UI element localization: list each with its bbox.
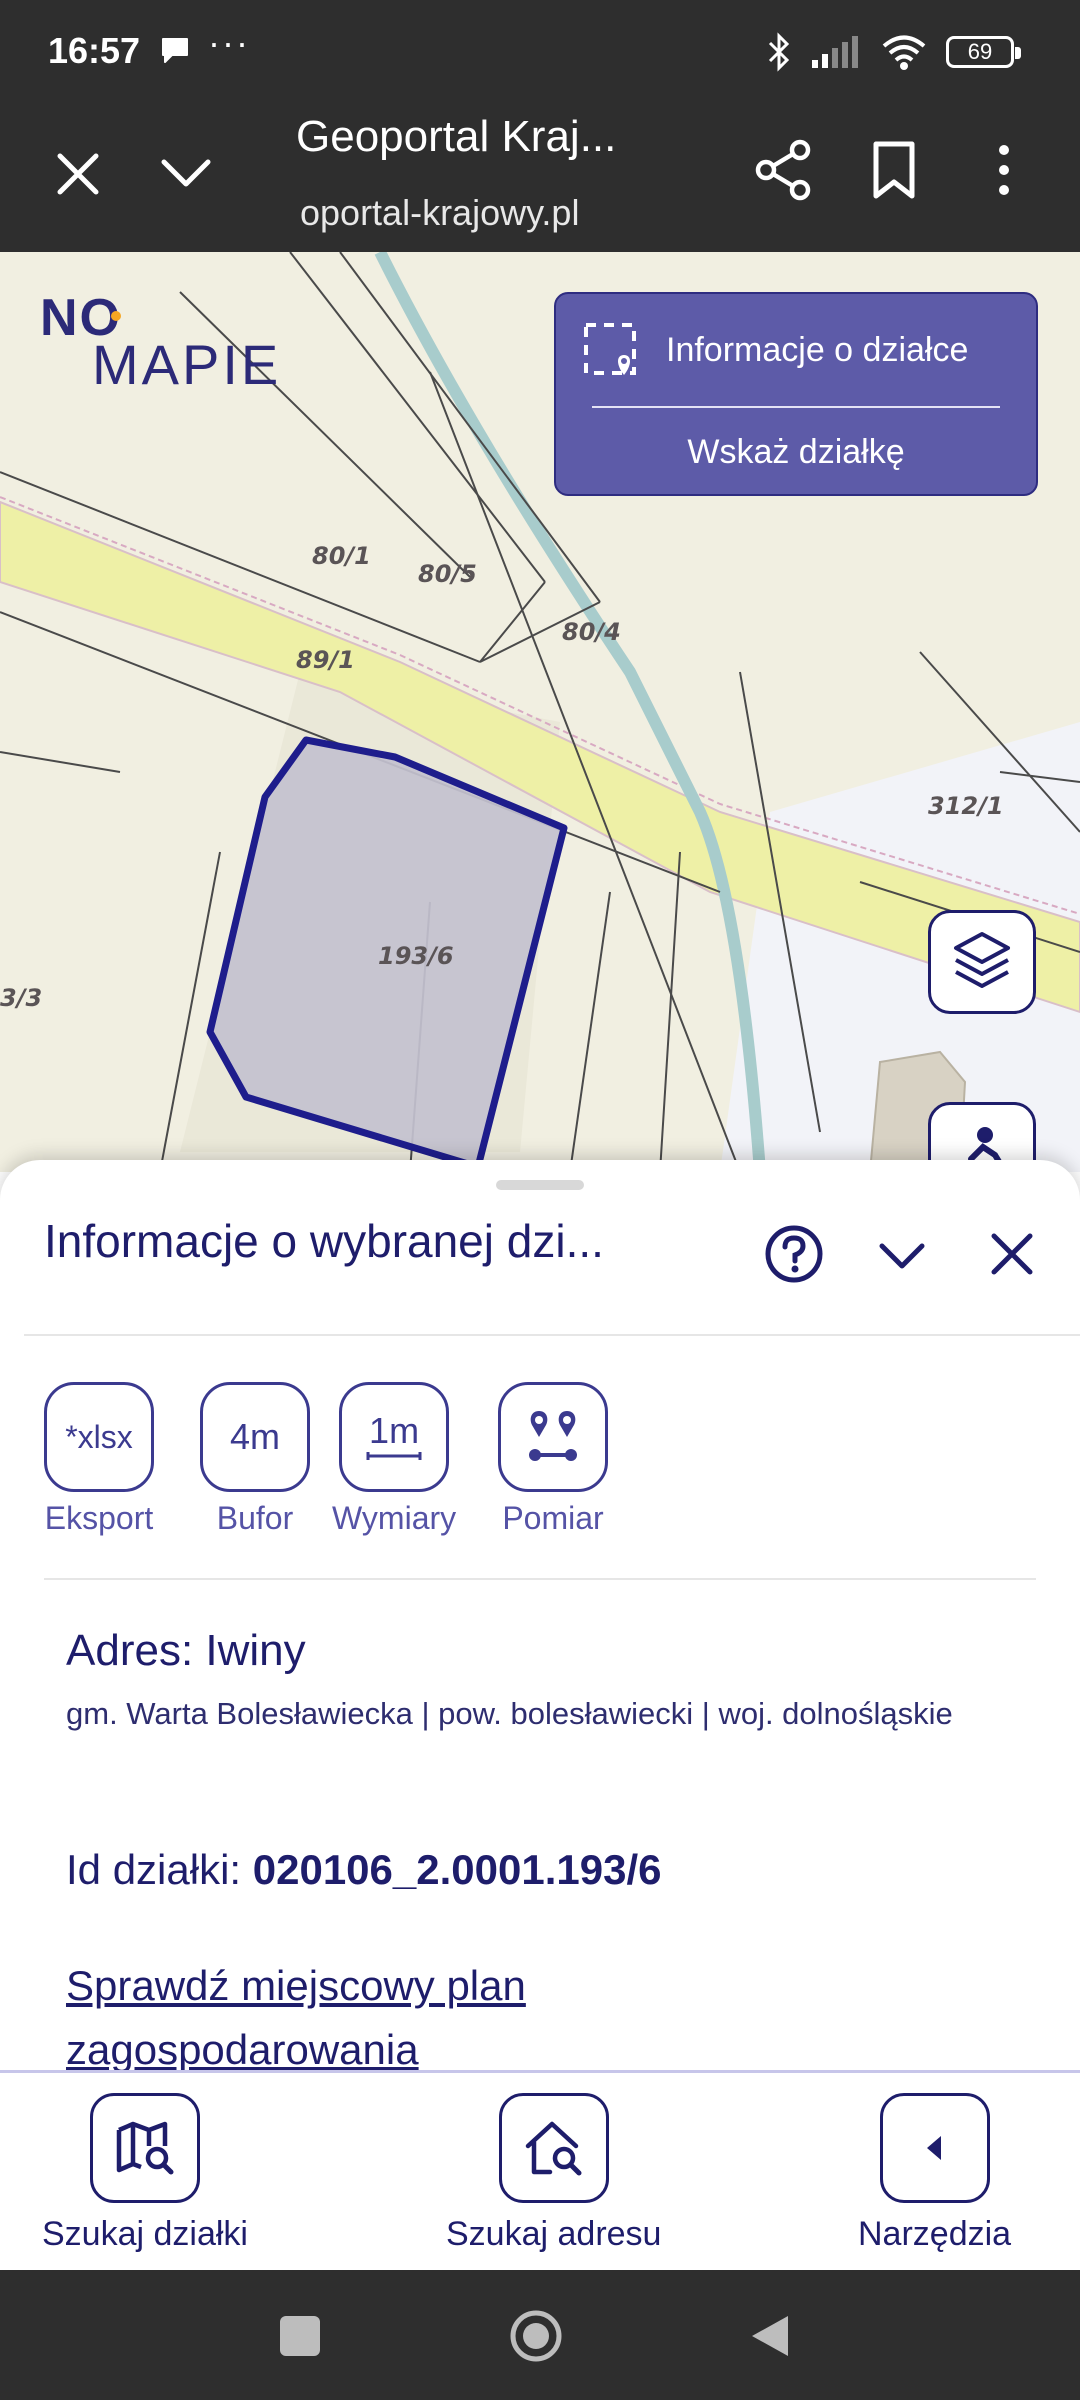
sheet-drag-handle[interactable] [496, 1180, 584, 1190]
nav-label: Szukaj działki [42, 2215, 248, 2253]
system-navigation [0, 2270, 1080, 2400]
dimensions-tool[interactable]: 1m Wymiary [332, 1382, 456, 1537]
nav-search-address[interactable]: Szukaj adresu [446, 2093, 661, 2254]
address-heading: Adres: Iwiny [66, 1626, 306, 1675]
layers-button[interactable] [928, 910, 1036, 1014]
tools-button[interactable] [879, 2093, 990, 2203]
parcel-label: 80/4 [562, 618, 621, 646]
nav-label: Szukaj adresu [446, 2215, 662, 2253]
dimensions-icon[interactable]: 1m [339, 1382, 450, 1492]
more-vert-icon[interactable] [974, 138, 1034, 202]
status-more-dots: ··· [208, 22, 250, 63]
select-area-pin-icon [584, 323, 636, 375]
caret-left-icon [926, 2136, 941, 2160]
search-parcel-button[interactable] [89, 2093, 200, 2203]
parcel-id: Id działki: 020106_2.0001.193/6 [66, 1846, 662, 1894]
bookmark-icon[interactable] [862, 138, 926, 202]
dimensions-icon-text: 1m [369, 1410, 420, 1451]
measure-pins-icon[interactable] [498, 1382, 608, 1492]
sheet-title: Informacje o wybranej dzi... [44, 1215, 604, 1267]
battery-icon: 69 [946, 36, 1021, 68]
parcel-label: 89/1 [296, 646, 355, 674]
location-dot-icon [111, 311, 121, 321]
close-icon[interactable] [982, 1224, 1042, 1284]
nav-tools[interactable]: Narzędzia [858, 2093, 1011, 2254]
parcel-label: 80/1 [312, 542, 371, 570]
logo-text-mapie: MAPIE [92, 333, 282, 396]
parcel-details-sheet: Informacje o wybranej dzi... *xlsx Ekspo… [0, 1160, 1080, 2070]
page-url[interactable]: oportal-krajowy.pl [300, 192, 579, 234]
chevron-down-icon[interactable] [156, 144, 216, 204]
route-pins-icon [529, 1411, 577, 1461]
map-search-icon [116, 2121, 174, 2175]
chevron-down-icon[interactable] [872, 1226, 932, 1286]
measure-label: Pomiar [502, 1500, 604, 1536]
status-icons: 69 [766, 32, 1021, 72]
export-xlsx-icon[interactable]: *xlsx [44, 1382, 154, 1492]
buffer-label: Bufor [216, 1500, 294, 1536]
export-icon-text: *xlsx [65, 1418, 133, 1455]
select-parcel-button[interactable]: Wskaż działkę [556, 408, 1036, 496]
parcel-id-label: Id działki: [66, 1846, 253, 1893]
sheet-divider [24, 1334, 1080, 1336]
parcel-info-panel: Informacje o działce Wskaż działkę [554, 292, 1038, 496]
dimensions-label: Wymiary [332, 1500, 457, 1536]
share-icon[interactable] [752, 138, 816, 202]
bottom-navigation: Szukaj działki Szukaj adresu Narzędzia [0, 2070, 1080, 2270]
help-icon[interactable] [762, 1222, 826, 1286]
parcel-id-value: 020106_2.0001.193/6 [252, 1846, 662, 1893]
home-search-icon [525, 2121, 582, 2176]
parcel-info-button[interactable]: Informacje o działce [556, 294, 1036, 406]
ruler-line-icon [366, 1452, 422, 1460]
parcel-label: 3/3 [0, 984, 43, 1012]
buffer-icon-text: 4m [229, 1416, 280, 1457]
buffer-tool[interactable]: 4m Bufor [200, 1382, 310, 1537]
parcel-info-label: Informacje o działce [666, 330, 969, 369]
sheet-divider [44, 1578, 1036, 1580]
close-icon[interactable] [48, 144, 108, 204]
buffer-icon[interactable]: 4m [200, 1382, 310, 1492]
status-bar: 16:57 ··· 69 [0, 0, 1080, 108]
export-label: Eksport [44, 1500, 154, 1536]
message-icon [162, 38, 188, 63]
parcel-label: 312/1 [928, 792, 1004, 820]
zoning-plan-link[interactable]: Sprawdź miejscowy plan zagospodarowania [66, 1954, 766, 2070]
status-time: 16:57 [48, 30, 141, 71]
parcel-label-selected: 193/6 [378, 942, 454, 970]
layers-icon [954, 932, 1010, 988]
nav-search-parcel[interactable]: Szukaj działki [42, 2093, 248, 2254]
bluetooth-icon [768, 32, 790, 72]
browser-toolbar: Geoportal Kraj... oportal-krajowy.pl [0, 108, 1080, 252]
nomapie-logo: NO MAPIE [40, 288, 300, 396]
page-title[interactable]: Geoportal Kraj... [296, 112, 616, 162]
measure-tool[interactable]: Pomiar [498, 1382, 608, 1537]
back-icon[interactable] [748, 2312, 792, 2360]
address-details: gm. Warta Bolesławiecka | pow. bolesławi… [66, 1696, 953, 1731]
signal-icon [812, 36, 858, 68]
search-address-button[interactable] [498, 2093, 609, 2203]
recents-icon[interactable] [280, 2316, 320, 2356]
map-view[interactable]: 80/1 80/5 80/4 89/1 312/1 193/6 3/3 NO M… [0, 252, 1080, 1172]
export-tool[interactable]: *xlsx Eksport [44, 1382, 154, 1537]
parcel-label: 80/5 [418, 560, 477, 588]
wifi-icon [882, 35, 926, 70]
home-icon[interactable] [508, 2308, 564, 2364]
battery-level: 69 [967, 39, 993, 64]
nav-label: Narzędzia [858, 2215, 1012, 2253]
